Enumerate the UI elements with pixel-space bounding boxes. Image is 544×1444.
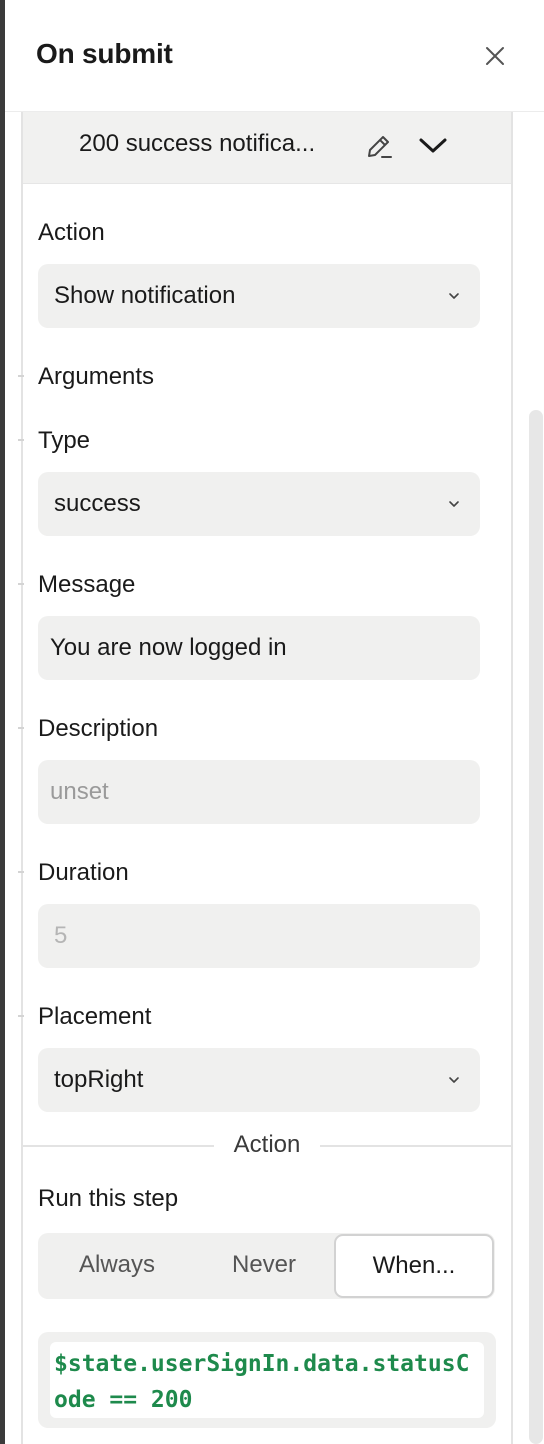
condition-expression-input[interactable]: $state.userSignIn.data.statusCode == 200 xyxy=(50,1342,484,1418)
run-option-always[interactable]: Always xyxy=(38,1233,196,1299)
tree-connector xyxy=(18,727,24,729)
chevron-down-icon xyxy=(419,138,447,153)
run-this-step-label: Run this step xyxy=(38,1185,179,1212)
run-option-when[interactable]: When... xyxy=(334,1234,494,1298)
step-title: 200 success notifica... xyxy=(79,130,316,157)
rename-step-button[interactable] xyxy=(363,130,395,162)
run-option-never[interactable]: Never xyxy=(190,1233,338,1299)
description-input[interactable]: unset xyxy=(38,760,480,824)
duration-label: Duration xyxy=(38,859,129,886)
tree-connector xyxy=(18,1015,24,1017)
step-header[interactable]: 200 success notifica... xyxy=(23,112,511,184)
collapse-step-button[interactable] xyxy=(417,130,449,162)
tree-connector xyxy=(18,375,24,377)
chevron-down-icon xyxy=(449,501,459,507)
divider-line xyxy=(320,1145,511,1147)
chevron-down-icon xyxy=(449,293,459,299)
message-input-value: You are now logged in xyxy=(50,634,287,661)
placement-label: Placement xyxy=(38,1003,152,1030)
action-label: Action xyxy=(38,219,105,246)
run-condition-segmented-control: Always Never When... xyxy=(38,1233,495,1299)
placement-select-value: topRight xyxy=(54,1066,144,1093)
description-placeholder: unset xyxy=(50,778,109,805)
condition-editor: $state.userSignIn.data.statusCode == 200 xyxy=(38,1332,496,1428)
action-select-value: Show notification xyxy=(54,282,236,309)
message-label: Message xyxy=(38,571,136,598)
section-divider-title: Action xyxy=(214,1131,320,1159)
placement-select[interactable]: topRight xyxy=(38,1048,480,1112)
type-select-value: success xyxy=(54,490,141,517)
close-button[interactable] xyxy=(481,42,509,70)
scrollbar[interactable] xyxy=(529,410,543,1444)
tree-connector xyxy=(18,583,24,585)
panel-title: On submit xyxy=(36,38,173,69)
tree-connector xyxy=(18,439,24,441)
divider-line xyxy=(23,1145,215,1147)
arguments-label: Arguments xyxy=(38,363,155,390)
chevron-down-icon xyxy=(449,1077,459,1083)
panel-header: On submit xyxy=(5,0,544,112)
window-edge xyxy=(0,0,5,1444)
action-select[interactable]: Show notification xyxy=(38,264,480,328)
duration-input[interactable]: 5 xyxy=(38,904,480,968)
pencil-icon xyxy=(368,136,392,158)
type-label: Type xyxy=(38,427,91,454)
close-icon xyxy=(486,47,504,65)
description-label: Description xyxy=(38,715,159,742)
message-input[interactable]: You are now logged in xyxy=(38,616,480,680)
type-select[interactable]: success xyxy=(38,472,480,536)
duration-placeholder: 5 xyxy=(54,922,68,949)
tree-connector xyxy=(18,871,24,873)
